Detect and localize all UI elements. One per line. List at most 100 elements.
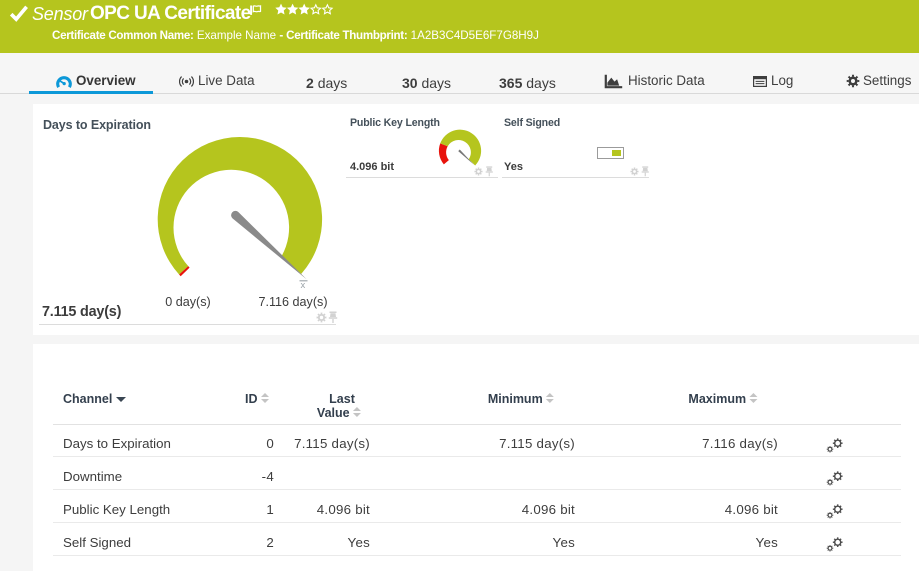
- column-header-last-value-line2[interactable]: Value: [317, 406, 361, 420]
- tab-label: Historic Data: [628, 73, 705, 88]
- sensor-kind-label: Sensor: [32, 3, 88, 25]
- gauge-action-icons: [315, 311, 373, 324]
- column-label: Channel: [63, 392, 112, 406]
- star-empty-icon[interactable]: [323, 5, 332, 14]
- cell-channel[interactable]: Self Signed: [63, 535, 131, 550]
- star-filled-icon[interactable]: [275, 4, 286, 15]
- column-header-maximum[interactable]: Maximum: [688, 392, 757, 406]
- tab-historic-data[interactable]: Historic Data: [604, 53, 704, 94]
- channel-row[interactable]: Public Key Length14.096 bit4.096 bit4.09…: [33, 490, 919, 523]
- tab-365-days[interactable]: 365 days: [499, 53, 561, 94]
- star-filled-icon[interactable]: [298, 4, 309, 15]
- star-empty-icon[interactable]: [311, 5, 320, 14]
- tab-bar: Overview Live Data 2 days 30 days 365 da…: [0, 53, 919, 94]
- subtitle-value: Example Name: [197, 29, 276, 42]
- tab-label-word: days: [526, 75, 556, 91]
- tab-settings[interactable]: Settings: [846, 53, 912, 94]
- subtitle-value: 1A2B3C4D5E6F7G8H9J: [411, 29, 539, 42]
- tab-overview[interactable]: Overview: [29, 53, 153, 94]
- gauge-arc-red: [439, 143, 449, 164]
- gauge-min-label: 0 day(s): [128, 295, 248, 309]
- cell-channel[interactable]: Days to Expiration: [63, 436, 171, 451]
- status-ok-check-icon: [9, 5, 29, 22]
- tab-2-days[interactable]: 2 days: [306, 53, 356, 94]
- tab-label: Live Data: [198, 73, 255, 88]
- column-header-channel[interactable]: Channel: [63, 392, 126, 406]
- gauge-title-self-signed: Self Signed: [504, 117, 560, 129]
- sort-icon: [353, 406, 361, 417]
- channel-row[interactable]: Days to Expiration07.115 day(s)7.115 day…: [33, 424, 919, 457]
- channel-settings-gears-icon[interactable]: [827, 438, 843, 452]
- cell-id: 1: [214, 502, 274, 517]
- gauge-pin-icon[interactable]: [486, 166, 493, 176]
- column-label: Minimum: [488, 392, 543, 406]
- cell-maximum: Yes: [648, 535, 778, 550]
- sort-icon: [546, 392, 554, 403]
- cell-maximum: 4.096 bit: [648, 502, 778, 517]
- tab-label-number: 2: [306, 75, 314, 91]
- tab-label: Settings: [863, 73, 911, 88]
- gauge-title-public-key-length: Public Key Length: [350, 117, 440, 129]
- cell-minimum: 4.096 bit: [445, 502, 575, 517]
- sensor-header: Sensor OPC UA Certificate Certificate Co…: [0, 0, 919, 53]
- cell-id: 0: [214, 436, 274, 451]
- gear-icon: [846, 74, 860, 88]
- cell-last-value: Yes: [270, 535, 370, 550]
- column-header-last-value-line1[interactable]: Last: [329, 392, 355, 406]
- gauge-block-divider: [502, 177, 649, 178]
- cell-channel[interactable]: Public Key Length: [63, 502, 170, 517]
- self-signed-toggle-indicator: [597, 147, 624, 159]
- tab-log[interactable]: Log: [753, 53, 798, 94]
- column-header-minimum[interactable]: Minimum: [488, 392, 554, 406]
- gauge-pin-icon[interactable]: [642, 166, 649, 176]
- gauges-panel: Days to Expiration x 0 day(s) 7.116 day(…: [33, 104, 919, 335]
- tab-label-word: days: [421, 75, 451, 91]
- tab-label: Log: [771, 73, 793, 88]
- subtitle-separator: -: [279, 29, 283, 42]
- svg-text:x: x: [301, 280, 306, 291]
- column-label: Last: [329, 392, 355, 406]
- cell-minimum: 7.115 day(s): [445, 436, 575, 451]
- sensor-subtitle: Certificate Common Name: Example Name - …: [52, 28, 539, 43]
- channel-row[interactable]: Downtime -4: [33, 457, 919, 490]
- channel-settings-gears-icon[interactable]: [827, 504, 843, 518]
- gauge-block-divider: [346, 177, 498, 178]
- log-icon: [753, 76, 767, 87]
- star-filled-icon[interactable]: [287, 4, 298, 15]
- toggle-knob: [612, 150, 621, 156]
- priority-stars[interactable]: [275, 3, 335, 17]
- area-chart-icon: [604, 74, 623, 89]
- public-key-length-gauge: [435, 124, 487, 171]
- cell-last-value: 7.115 day(s): [270, 436, 370, 451]
- tab-label: 365 days: [499, 75, 556, 91]
- channel-settings-gears-icon[interactable]: [827, 537, 843, 551]
- gauge-settings-gear-icon[interactable]: [474, 167, 482, 175]
- gauge-settings-gear-icon[interactable]: [317, 312, 327, 322]
- gauge-value-self-signed: Yes: [504, 161, 523, 173]
- tab-live-data[interactable]: Live Data: [179, 53, 269, 94]
- channel-settings-gears-icon[interactable]: [827, 471, 843, 485]
- active-tab-underline: [29, 91, 153, 94]
- tab-label-word: days: [318, 75, 348, 91]
- gauge-icon: [56, 75, 72, 90]
- column-label: Maximum: [688, 392, 746, 406]
- gauge-arc-green: [158, 137, 322, 275]
- channel-row[interactable]: Self Signed2YesYesYes: [33, 523, 919, 556]
- page-title: OPC UA Certificate: [90, 2, 251, 25]
- gauge-pin-icon[interactable]: [329, 311, 337, 323]
- tab-30-days[interactable]: 30 days: [402, 53, 457, 94]
- gauge-max-label: 7.116 day(s): [233, 295, 353, 309]
- cell-channel[interactable]: Downtime: [63, 469, 122, 484]
- cell-id: -4: [214, 469, 274, 484]
- gauge-settings-gear-icon[interactable]: [630, 167, 638, 175]
- sort-desc-icon: [116, 397, 126, 402]
- channel-table-panel: Channel ID Last Value Minimum Maximum Da…: [33, 344, 919, 571]
- tab-label-number: 365: [499, 75, 522, 91]
- cell-id: 2: [214, 535, 274, 550]
- gauge-block-divider: [39, 324, 336, 325]
- flag-icon[interactable]: [249, 3, 265, 18]
- gauge-value-public-key-length: 4.096 bit: [350, 161, 394, 173]
- cell-maximum: 7.116 day(s): [648, 436, 778, 451]
- tab-label: 2 days: [306, 75, 347, 91]
- column-header-id[interactable]: ID: [245, 392, 269, 406]
